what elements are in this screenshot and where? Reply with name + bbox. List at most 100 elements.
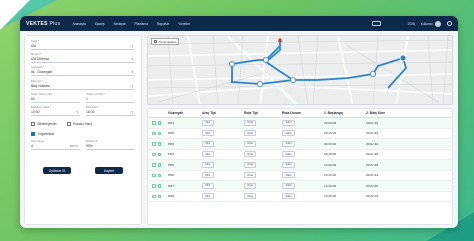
- route-type-badge[interactable]: Rota: [244, 172, 257, 179]
- screen-icon[interactable]: [371, 21, 381, 26]
- nav-item-reports[interactable]: Raporlar: [157, 22, 169, 26]
- clock-icon: ◷: [130, 109, 133, 114]
- checkbox-routeless[interactable]: Rotasız Varış: [66, 122, 92, 127]
- route-status-badge[interactable]: Sabit: [282, 193, 295, 200]
- field-start-time[interactable]: Başlangıç Saati * 10:00 ▾: [31, 106, 80, 116]
- field-delivery-time[interactable]: Teslim Süresi (dk) 60: [31, 93, 80, 103]
- route-status-badge[interactable]: Sabit: [282, 182, 295, 189]
- nav-item-planning[interactable]: Planlama: [135, 22, 148, 26]
- route-status-badge[interactable]: Sabit: [282, 151, 295, 158]
- col-header-start[interactable]: 1. Başlangıç: [324, 111, 366, 115]
- edit-icon[interactable]: [157, 184, 161, 188]
- view-icon[interactable]: [152, 152, 156, 156]
- cell-route-status: Sabit: [282, 151, 324, 158]
- col-header-vehicle-type[interactable]: Araç Tipi: [202, 111, 244, 115]
- table-row[interactable]: PR4 Mini Rota Sabit 09:45:00 00:01:48: [148, 150, 452, 160]
- user-menu[interactable]: Kullanıcı: [420, 20, 441, 27]
- field-route[interactable]: Güzergah * İlk - Güzergah ▾: [31, 66, 135, 77]
- table-row[interactable]: PR7 Mini Rota Sabit 10:30:00 00:02:40: [148, 181, 452, 192]
- save-button[interactable]: Kaydet: [95, 167, 123, 175]
- route-status-badge[interactable]: Sabit: [282, 140, 295, 147]
- cell-vehicle-type: Mini: [202, 140, 244, 147]
- vehicle-type-badge[interactable]: Mini: [202, 161, 214, 168]
- cell-duration: 00:01:49: [366, 131, 379, 136]
- brand-logo[interactable]: VEKTES Plus: [26, 21, 60, 27]
- table-row[interactable]: PR3 Mini Rota Sabit 09:30:00 00:02:40: [148, 139, 452, 150]
- col-header-end-duration[interactable]: 2. Bitiş Süre: [366, 111, 408, 115]
- vehicle-type-badge[interactable]: Mini: [202, 193, 214, 200]
- vehicle-type-badge[interactable]: Mini: [202, 130, 214, 137]
- edit-icon[interactable]: [157, 173, 161, 177]
- edit-icon[interactable]: [157, 142, 161, 146]
- vehicle-type-badge[interactable]: Mini: [202, 119, 214, 126]
- vehicle-type-badge[interactable]: Mini: [202, 172, 214, 179]
- edit-icon[interactable]: [157, 194, 161, 198]
- edit-icon[interactable]: [157, 152, 161, 156]
- route-type-badge[interactable]: Rota: [244, 119, 257, 126]
- route-type-badge[interactable]: Rota: [244, 151, 257, 158]
- optimize-button[interactable]: Optimize Et: [43, 167, 71, 175]
- field-end-time[interactable]: Bitiş Saati * 18:00 ◷: [86, 106, 135, 116]
- route-status-badge[interactable]: Sabit: [282, 119, 295, 126]
- table-row[interactable]: PR5 Mini Rota Sabit 10:00:00 00:02:48: [148, 160, 452, 171]
- edit-icon[interactable]: [157, 131, 161, 135]
- table-row[interactable]: PR6 Mini Rota Sabit 10:15:00 00:01:49: [148, 171, 452, 181]
- map-canvas: [148, 36, 452, 104]
- edit-icon[interactable]: [157, 121, 161, 125]
- route-type-badge[interactable]: Rota: [244, 182, 257, 189]
- topbar-date[interactable]: 2025: [387, 22, 415, 26]
- row-actions: [148, 131, 168, 135]
- field-value: 18:00: [86, 109, 95, 114]
- vehicle-type-badge[interactable]: Mini: [202, 182, 214, 189]
- cell-code: PR4: [168, 152, 175, 157]
- table-row[interactable]: PR2 Mini Rota Sabit 09:15:00 00:01:49: [148, 129, 452, 139]
- nav-item-home[interactable]: Anasayfa: [72, 22, 85, 26]
- top-navbar: VEKTES Plus Anasayfa Sipariş Sevkiyat Pl…: [20, 16, 458, 31]
- view-icon[interactable]: [152, 194, 156, 198]
- route-type-badge[interactable]: Rota: [244, 140, 257, 147]
- col-header-route-type[interactable]: Rota Tipi: [244, 111, 282, 115]
- cell-duration: 00:01:48: [366, 120, 379, 125]
- field-vehicle-count[interactable]: Araç Sayısı 4 100 ⇕: [31, 140, 80, 151]
- view-icon[interactable]: [152, 163, 156, 167]
- view-icon[interactable]: [152, 142, 156, 146]
- table-row[interactable]: PR1 Mini Rota Sabit 09:00:00 00:01:48: [148, 118, 452, 129]
- col-header-route-status[interactable]: Rota Durum: [282, 111, 324, 115]
- nav-item-shipping[interactable]: Sevkiyat: [114, 22, 126, 26]
- map-show-all-toggle[interactable]: Tümü Göster: [151, 38, 180, 45]
- view-icon[interactable]: [152, 131, 156, 135]
- notification-icon[interactable]: [447, 21, 452, 26]
- row-actions: [148, 173, 168, 177]
- view-icon[interactable]: [152, 173, 156, 177]
- chevron-down-icon: ▾: [131, 57, 133, 62]
- route-status-badge[interactable]: Sabit: [282, 172, 295, 179]
- route-map[interactable]: Tümü Göster: [147, 35, 453, 105]
- vehicle-type-badge[interactable]: Mini: [202, 151, 214, 158]
- route-type-badge[interactable]: Rota: [244, 130, 257, 137]
- route-status-badge[interactable]: Sabit: [282, 130, 295, 137]
- vehicle-type-badge[interactable]: Mini: [202, 140, 214, 147]
- checkbox-density[interactable]: Yoğunluklar: [31, 132, 135, 137]
- field-branch[interactable]: Şube * İZA ▾: [31, 40, 135, 50]
- stepper-icon[interactable]: 100 ⇕: [70, 144, 78, 148]
- col-header-route[interactable]: Güzergah: [168, 111, 202, 115]
- checkbox-unknowns[interactable]: Bilinmeyenler: [31, 122, 57, 127]
- route-type-badge[interactable]: Rota: [244, 161, 257, 168]
- view-icon[interactable]: [152, 184, 156, 188]
- route-status-badge[interactable]: Sabit: [282, 161, 295, 168]
- view-icon[interactable]: [152, 121, 156, 125]
- nav-item-admin[interactable]: Yönetim: [178, 22, 190, 26]
- table-row[interactable]: PR8 Mini Rota Sabit 10:45:00 00:02:40: [148, 192, 452, 202]
- cell-vehicle-type: Mini: [202, 161, 244, 168]
- cell-route-status: Sabit: [282, 130, 324, 137]
- nav-item-orders[interactable]: Sipariş: [95, 22, 105, 26]
- field-customer[interactable]: Müşteri * İZA Ülkemiz ▾: [31, 53, 135, 64]
- cell-start-time: 09:30:00: [324, 141, 337, 146]
- field-value: İZA: [31, 44, 37, 48]
- field-end-location[interactable]: Bitiş Yeri * Bitiş Noktası ▾: [31, 80, 135, 90]
- field-occupancy[interactable]: Doluluk % 90%: [86, 140, 135, 151]
- edit-icon[interactable]: [157, 163, 161, 167]
- user-name: Kullanıcı: [420, 21, 433, 26]
- route-type-badge[interactable]: Rota: [244, 193, 257, 200]
- field-total-distance[interactable]: Toplam Yol (km) 1: [86, 93, 135, 103]
